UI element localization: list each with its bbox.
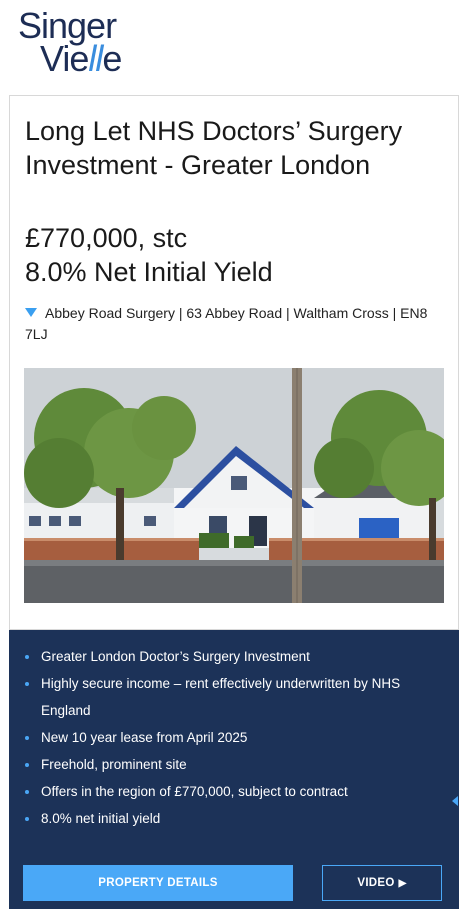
location-pin-icon: [25, 308, 37, 317]
video-button-label: VIDEO: [357, 877, 395, 889]
listing-title: Long Let NHS Doctors’ Surgery Investment…: [25, 116, 403, 180]
highlight-item: Highly secure income – rent effectively …: [25, 670, 445, 724]
highlight-item: Offers in the region of £770,000, subjec…: [25, 778, 445, 805]
logo-line-2: Vielle: [40, 38, 122, 79]
highlight-item: New 10 year lease from April 2025: [25, 724, 445, 751]
logo-line-2-prefix: Vie: [40, 38, 89, 79]
video-button[interactable]: VIDEO ▶: [322, 865, 442, 901]
property-photo-illustration: [24, 368, 444, 603]
logo-line-2-suffix: e: [102, 38, 122, 79]
property-photo[interactable]: [24, 368, 444, 603]
scroll-indicator-icon[interactable]: [452, 796, 458, 806]
singer-vielle-logo[interactable]: Singer Vielle: [18, 6, 148, 79]
highlights-list: Greater London Doctor’s Surgery Investme…: [25, 643, 445, 832]
highlight-item: Greater London Doctor’s Surgery Investme…: [25, 643, 445, 670]
logo-line-2-accent: ll: [88, 38, 103, 79]
listing-address: Abbey Road Surgery | 63 Abbey Road | Wal…: [25, 303, 445, 345]
property-details-button[interactable]: PROPERTY DETAILS: [23, 865, 293, 901]
listing-card: Long Let NHS Doctors’ Surgery Investment…: [9, 95, 459, 630]
listing-yield: 8.0% Net Initial Yield: [25, 257, 273, 287]
listing-price: £770,000, stc: [25, 223, 188, 253]
highlight-item: 8.0% net initial yield: [25, 805, 445, 832]
listing-address-text: Abbey Road Surgery | 63 Abbey Road | Wal…: [25, 305, 428, 342]
highlight-item: Freehold, prominent site: [25, 751, 445, 778]
play-icon: ▶: [398, 877, 407, 889]
